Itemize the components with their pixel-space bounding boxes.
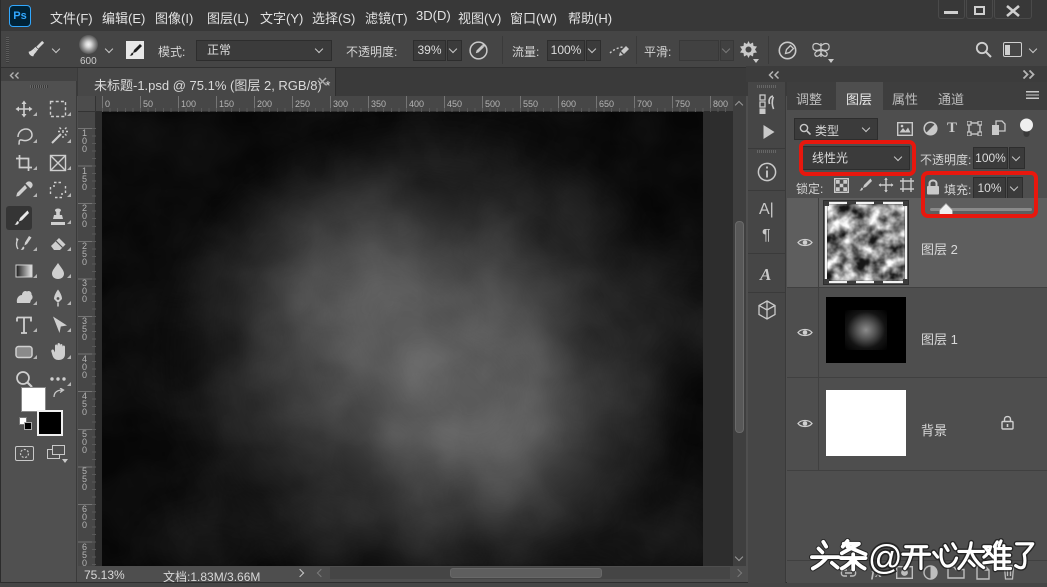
- svg-text:@: @: [868, 539, 903, 577]
